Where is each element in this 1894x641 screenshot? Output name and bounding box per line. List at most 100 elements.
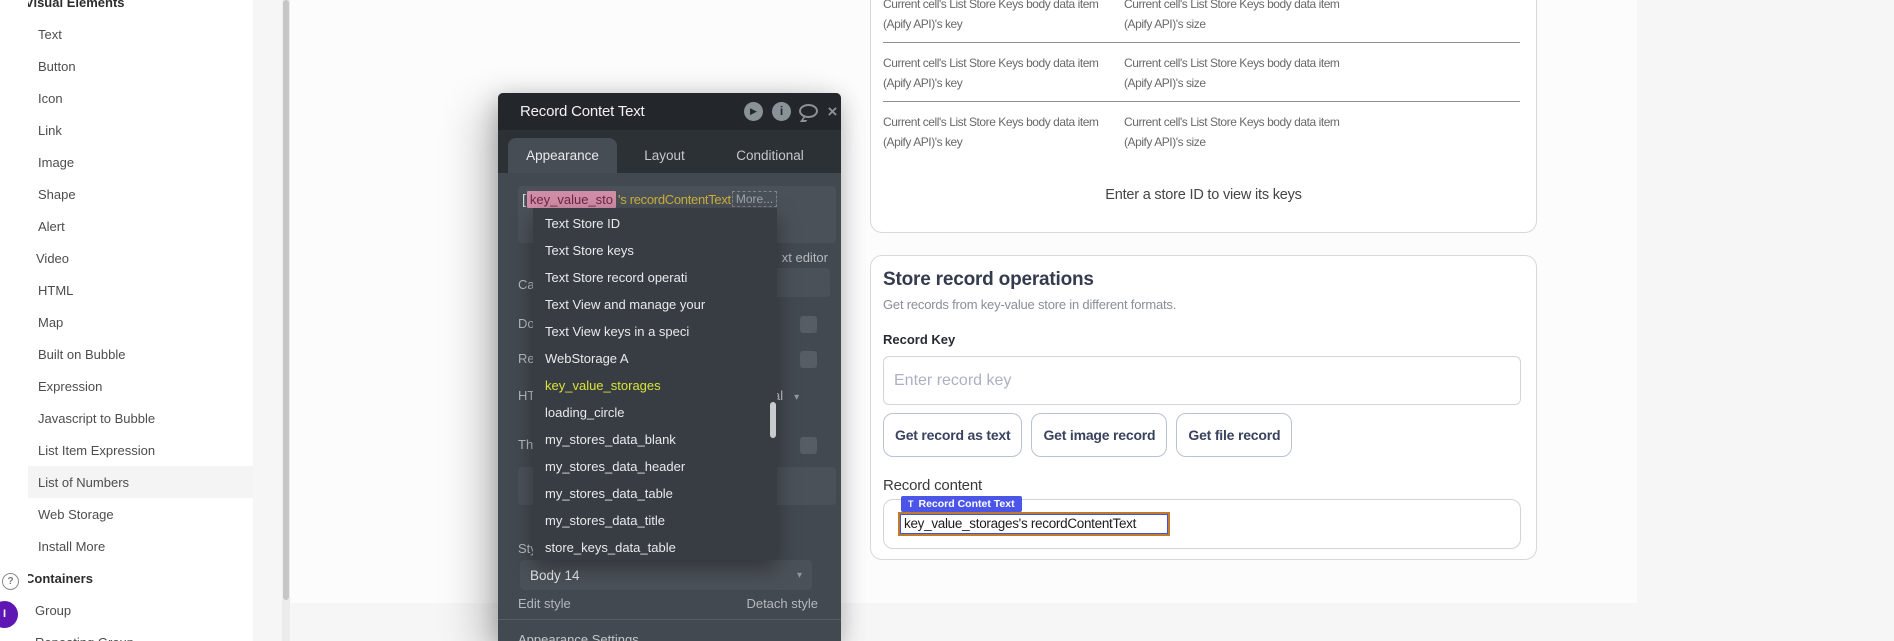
sidebar-item-label: Shape: [38, 187, 76, 202]
store-key-cell: Current cell's List Store Keys body data…: [883, 112, 1098, 152]
help-icon[interactable]: ?: [2, 573, 19, 590]
sidebar-item[interactable]: JS Javascript to Bubble: [0, 402, 253, 434]
autocomplete-dropdown: Text Store ID Text Store keys Text Store…: [533, 208, 777, 560]
user-avatar[interactable]: I: [0, 601, 18, 628]
detach-style-link[interactable]: Detach style: [746, 596, 818, 611]
panel-label-cropped-5: Th: [518, 437, 533, 452]
style-select-value: Body 14: [530, 568, 580, 583]
sidebar-item[interactable]: ⊕ Install More: [0, 530, 253, 562]
autocomplete-option[interactable]: store_keys_data_table: [533, 534, 777, 561]
record-key-label: Record Key: [883, 332, 955, 347]
autocomplete-option[interactable]: Text Store record operati: [533, 264, 777, 291]
sidebar-item-label: List Item Expression: [38, 443, 155, 458]
sidebar-item-label: Video: [36, 251, 69, 266]
style-select[interactable]: Body 14 ▾: [520, 560, 812, 590]
autocomplete-option[interactable]: my_stores_data_blank: [533, 426, 777, 453]
expression-suffix[interactable]: 's recordContentText: [618, 192, 731, 207]
panel-checkbox-1[interactable]: [800, 316, 817, 333]
record-key-input[interactable]: [883, 356, 1521, 405]
sidebar-item[interactable]: + Expression: [0, 370, 253, 402]
section-header[interactable]: ▾ Containers: [0, 562, 253, 594]
edit-style-link[interactable]: Edit style: [518, 596, 571, 611]
sidebar-item[interactable]: T Text: [0, 18, 253, 50]
store-key-cell: Current cell's List Store Keys body data…: [883, 53, 1098, 93]
sidebar-item[interactable]: ⚭ Link: [0, 114, 253, 146]
card-subtitle: Get records from key-value store in diff…: [883, 297, 1176, 312]
sidebar-item-label: Image: [38, 155, 74, 170]
property-editor-panel: Record Contet Text ▶ i × Appearance Layo…: [498, 93, 841, 641]
sidebar-item[interactable]: b Built on Bubble: [0, 338, 253, 370]
sidebar-item[interactable]: □ Shape: [0, 178, 253, 210]
sidebar-item[interactable]: ▧ Image: [0, 146, 253, 178]
autocomplete-option[interactable]: WebStorage A: [533, 345, 777, 372]
autocomplete-option[interactable]: Text View and manage your: [533, 291, 777, 318]
sidebar-item-label: Icon: [38, 91, 63, 106]
store-size-cell: Current cell's List Store Keys body data…: [1124, 0, 1339, 34]
store-key-row: Current cell's List Store Keys body data…: [871, 0, 1536, 53]
operation-button[interactable]: Get record as text: [883, 413, 1022, 457]
autocomplete-option[interactable]: my_stores_data_header: [533, 453, 777, 480]
sidebar-item[interactable]: ≣ List Item Expression: [0, 434, 253, 466]
autocomplete-option[interactable]: my_stores_data_table: [533, 480, 777, 507]
record-content-label: Record content: [883, 477, 982, 494]
store-size-cell: Current cell's List Store Keys body data…: [1124, 112, 1339, 152]
section-header-label: Visual Elements: [25, 0, 124, 10]
panel-tab-bar: Appearance Layout Conditional: [498, 130, 841, 173]
operation-button[interactable]: Get image record: [1031, 413, 1167, 457]
sidebar-item[interactable]: ☆ Icon: [0, 82, 253, 114]
sidebar-item-label: Built on Bubble: [38, 347, 125, 362]
rich-text-editor-link-cropped[interactable]: xt editor: [782, 250, 828, 265]
autocomplete-option[interactable]: Text View keys in a speci: [533, 318, 777, 345]
sidebar-item-label: Javascript to Bubble: [38, 411, 155, 426]
sidebar-item[interactable]: Group: [0, 594, 253, 626]
left-gutter: ? I: [0, 0, 28, 641]
more-button[interactable]: More...: [732, 191, 777, 207]
expression-token[interactable]: key_value_sto: [527, 191, 616, 208]
panel-checkbox-2[interactable]: [800, 351, 817, 368]
sidebar-item[interactable]: Repeating Group: [0, 626, 253, 641]
sidebar-item[interactable]: ▸ Video: [0, 242, 253, 274]
sidebar-item[interactable]: </> HTML: [0, 274, 253, 306]
selected-element-badge-label: Record Contet Text: [919, 498, 1015, 510]
autocomplete-option[interactable]: my_stores_data_title: [533, 507, 777, 534]
sidebar-scrollbar[interactable]: [282, 0, 290, 641]
sidebar-item-label: Link: [38, 123, 62, 138]
sidebar-item-label: Group: [35, 603, 71, 618]
scrollbar-thumb[interactable]: [283, 0, 289, 600]
dropdown-scrollbar[interactable]: [770, 402, 776, 438]
sidebar-item-label: Alert: [38, 219, 65, 234]
autocomplete-option[interactable]: Text Store keys: [533, 237, 777, 264]
preview-play-icon[interactable]: ▶: [744, 102, 763, 121]
sidebar-item-label: Repeating Group: [35, 635, 134, 641]
sidebar-item-label: Text: [38, 27, 62, 42]
panel-header[interactable]: Record Contet Text ▶ i ×: [498, 93, 841, 130]
visual-elements-section: ▾ Visual Elements T Text ⊞ Button: [0, 0, 253, 562]
sidebar-item-label: Expression: [38, 379, 102, 394]
panel-checkbox-3[interactable]: [800, 437, 817, 454]
section-header-label: Containers: [25, 571, 93, 586]
autocomplete-option[interactable]: key_value_storages: [533, 372, 777, 399]
selected-text-element[interactable]: key_value_storages's recordContentText: [900, 514, 1168, 534]
store-record-operations-card: Store record operations Get records from…: [870, 255, 1537, 560]
sidebar-item[interactable]: ⚠ Alert: [0, 210, 253, 242]
panel-tab[interactable]: Conditional: [712, 138, 828, 173]
sidebar-item[interactable]: ◎ Map: [0, 306, 253, 338]
element-palette-sidebar: ▾ Visual Elements T Text ⊞ Button: [0, 0, 253, 641]
panel-title: Record Contet Text: [520, 103, 645, 120]
info-icon[interactable]: i: [772, 102, 791, 121]
section-header[interactable]: ▾ Visual Elements: [0, 0, 253, 18]
sidebar-item[interactable]: ⊞ Button: [0, 50, 253, 82]
autocomplete-option[interactable]: loading_circle: [533, 399, 777, 426]
panel-tab[interactable]: Appearance: [508, 138, 617, 173]
store-keys-card: Current cell's List Store Keys body data…: [870, 0, 1537, 233]
autocomplete-option[interactable]: Text Store ID: [533, 210, 777, 237]
sidebar-item[interactable]: ▤ Web Storage: [0, 498, 253, 530]
sidebar-item[interactable]: ⋯ List of Numbers: [0, 466, 253, 498]
operation-button[interactable]: Get file record: [1176, 413, 1292, 457]
sidebar-item-label: Install More: [38, 539, 105, 554]
comment-icon[interactable]: [799, 102, 818, 121]
close-icon[interactable]: ×: [823, 102, 841, 121]
store-key-row: Current cell's List Store Keys body data…: [871, 112, 1536, 171]
panel-tab[interactable]: Layout: [617, 138, 712, 173]
caret-bracket: [: [522, 191, 526, 207]
